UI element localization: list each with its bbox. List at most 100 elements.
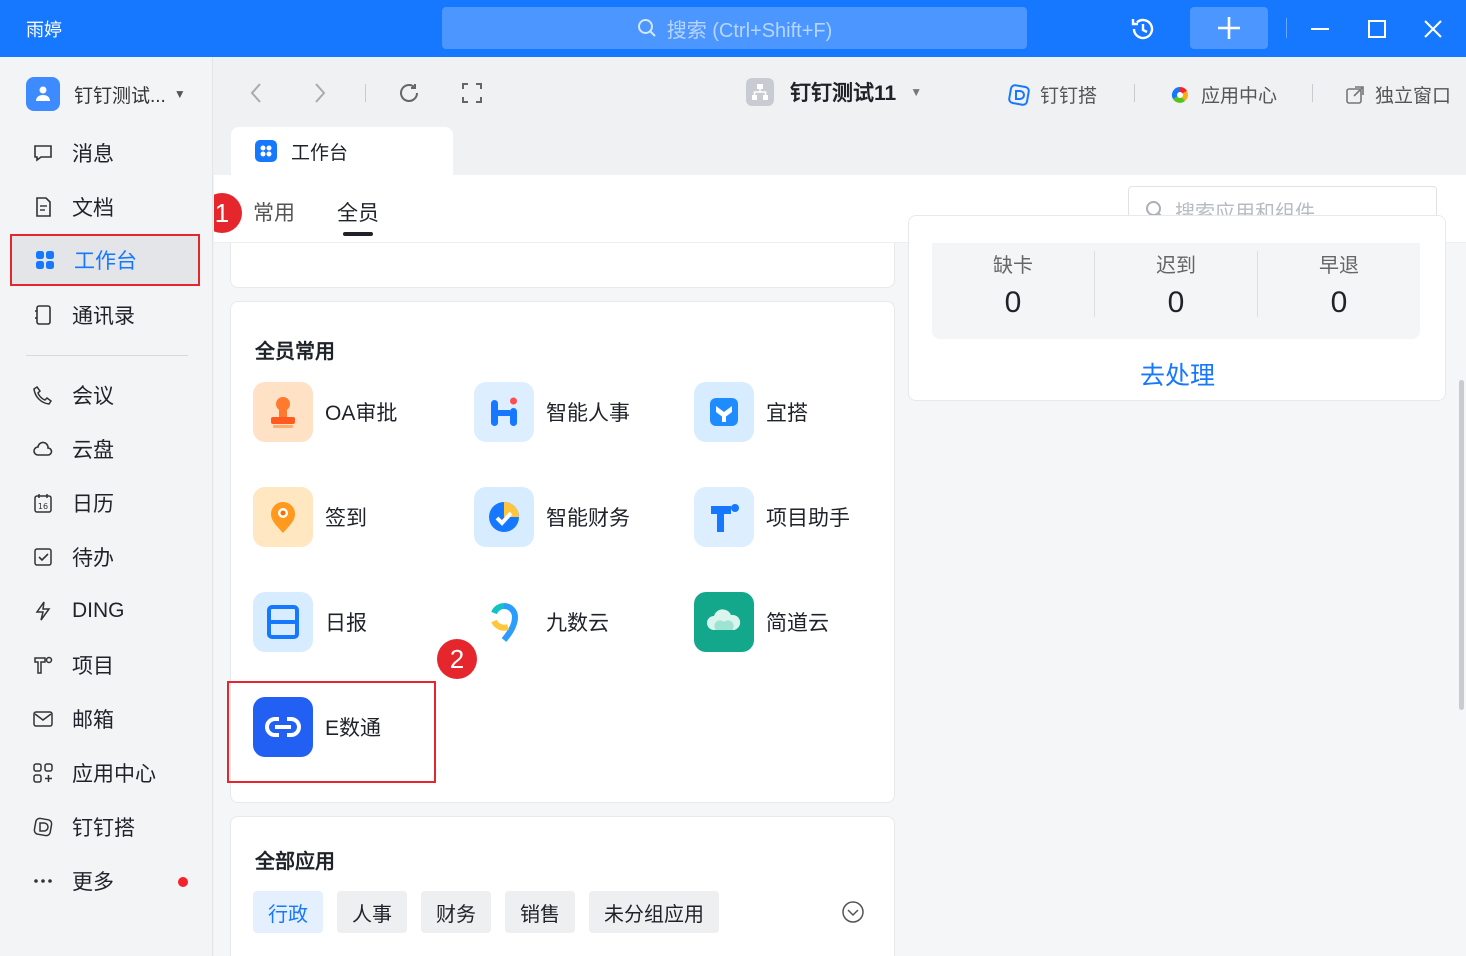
app-center-link[interactable]: 应用中心 (1169, 81, 1277, 108)
minimize-icon[interactable] (1303, 12, 1337, 46)
standalone-window-link[interactable]: 独立窗口 (1345, 81, 1451, 108)
app-label: 九数云 (546, 612, 609, 635)
app-project-assistant[interactable]: 项目助手 (694, 487, 850, 547)
sidebar-item-mail[interactable]: 邮箱 (10, 693, 200, 745)
org-icon (26, 77, 60, 111)
app-jiandaoyun[interactable]: 简道云 (694, 592, 829, 652)
stat-missing-card[interactable]: 缺卡 0 (932, 243, 1094, 320)
toolbar: 钉钉测试11 ▼ 钉钉搭 应用中心 独立窗口 (214, 57, 1466, 127)
sidebar-item-ding[interactable]: DING (10, 585, 200, 637)
workspace-title: 钉钉测试11 (790, 82, 897, 105)
sidebar-item-label: 云盘 (72, 439, 114, 462)
app-yida[interactable]: 宜搭 (694, 382, 808, 442)
global-search-placeholder: 搜索 (Ctrl+Shift+F) (666, 19, 833, 42)
sidebar-item-project[interactable]: 项目 (10, 639, 200, 691)
todo-icon (32, 546, 54, 568)
subtab-all[interactable]: 全员 (337, 197, 379, 227)
sidebar-item-label: 更多 (72, 871, 114, 894)
app-check-in[interactable]: 签到 (253, 487, 367, 547)
app-smart-hr[interactable]: 智能人事 (474, 382, 630, 442)
stat-value: 0 (1167, 286, 1185, 319)
app-daily-report[interactable]: 日报 (253, 592, 367, 652)
all-apps-title: 全部应用 (255, 851, 335, 873)
sidebar-item-label: 会议 (72, 385, 114, 408)
app-label: 智能财务 (546, 507, 630, 530)
add-button[interactable] (1190, 7, 1268, 49)
fullscreen-icon[interactable] (460, 81, 484, 105)
category-chip-ungrouped[interactable]: 未分组应用 (589, 891, 719, 933)
sidebar-item-calendar[interactable]: 16 日历 (10, 477, 200, 529)
more-icon (32, 870, 54, 892)
attendance-stats: 缺卡 0 迟到 0 早退 0 (932, 243, 1420, 339)
tab-workbench[interactable]: 工作台 (231, 127, 453, 175)
project-icon (32, 654, 54, 676)
check-in-icon (253, 487, 313, 547)
sidebar-item-label: 日历 (72, 493, 114, 516)
category-chip-finance[interactable]: 财务 (421, 891, 491, 933)
category-chip-admin[interactable]: 行政 (253, 891, 323, 933)
toolbar-divider (365, 84, 366, 102)
sidebar-item-label: 邮箱 (72, 709, 114, 732)
sidebar-item-workbench[interactable]: 工作台 (10, 234, 200, 286)
sidebar-item-contacts[interactable]: 通讯录 (10, 289, 200, 341)
sidebar-item-app-center[interactable]: 应用中心 (10, 747, 200, 799)
sidebar-item-cloud-drive[interactable]: 云盘 (10, 423, 200, 475)
common-apps-title: 全员常用 (255, 341, 335, 363)
stat-label: 迟到 (1156, 255, 1196, 277)
calendar-day: 16 (38, 502, 48, 511)
cloud-icon (32, 438, 54, 460)
app-smart-finance[interactable]: 智能财务 (474, 487, 630, 547)
app-jiushuyun[interactable]: 九数云 (474, 592, 609, 652)
workbench-tab-icon (255, 140, 277, 162)
app-oa-approval[interactable]: OA审批 (253, 382, 397, 442)
handle-link[interactable]: 去处理 (1140, 356, 1215, 392)
sidebar-item-meeting[interactable]: 会议 (10, 369, 200, 421)
yida-icon (694, 382, 754, 442)
jiandaoyun-icon (694, 592, 754, 652)
stat-early-leave[interactable]: 早退 0 (1258, 243, 1420, 320)
workspace-switcher[interactable]: 钉钉测试11 ▼ (746, 77, 922, 107)
sidebar-item-messages[interactable]: 消息 (10, 127, 200, 179)
smart-hr-icon (474, 382, 534, 442)
grid-icon (34, 249, 56, 271)
sidebar-item-label: 项目 (72, 655, 114, 678)
app-center-icon (1169, 84, 1191, 106)
app-label: 宜搭 (766, 402, 808, 425)
category-chip-hr[interactable]: 人事 (337, 891, 407, 933)
expand-icon[interactable] (841, 900, 865, 929)
back-icon[interactable] (244, 81, 268, 105)
history-icon[interactable] (1126, 12, 1160, 46)
stat-late[interactable]: 迟到 0 (1095, 243, 1257, 320)
sidebar-item-dingtalk-builder[interactable]: 钉钉搭 (10, 801, 200, 853)
org-chart-icon (746, 78, 774, 106)
org-name: 钉钉测试... (74, 85, 166, 107)
scrollbar[interactable] (1459, 380, 1464, 710)
project-assistant-icon (694, 487, 754, 547)
refresh-icon[interactable] (397, 81, 421, 105)
global-search-input[interactable]: 搜索 (Ctrl+Shift+F) (442, 7, 1027, 49)
message-icon (32, 142, 54, 164)
close-icon[interactable] (1416, 12, 1450, 46)
category-chip-sales[interactable]: 销售 (505, 891, 575, 933)
search-icon (637, 19, 656, 37)
external-window-icon (1345, 85, 1365, 105)
stat-label: 缺卡 (993, 255, 1033, 277)
dingtalk-builder-link[interactable]: 钉钉搭 (1008, 81, 1097, 108)
sidebar: 钉钉测试... ▼ 消息 文档 工作台 通讯录 会议 云盘 16 日历 待办 D… (0, 57, 213, 956)
plus-icon (1218, 17, 1240, 39)
jiushuyun-icon (474, 592, 534, 652)
toolbar-divider (1134, 84, 1135, 102)
notification-dot (178, 877, 188, 887)
sidebar-item-more[interactable]: 更多 (10, 855, 200, 907)
app-label: 日报 (325, 612, 367, 635)
org-switcher[interactable]: 钉钉测试... ▼ (26, 77, 186, 111)
sidebar-item-docs[interactable]: 文档 (10, 181, 200, 233)
sidebar-item-label: 文档 (72, 197, 114, 220)
maximize-icon[interactable] (1360, 12, 1394, 46)
subtab-common[interactable]: 常用 (253, 197, 295, 227)
sidebar-item-todo[interactable]: 待办 (10, 531, 200, 583)
forward-icon[interactable] (308, 81, 332, 105)
mail-icon (32, 708, 54, 730)
caret-down-icon: ▼ (910, 85, 923, 99)
eshutong-highlight (227, 681, 436, 783)
